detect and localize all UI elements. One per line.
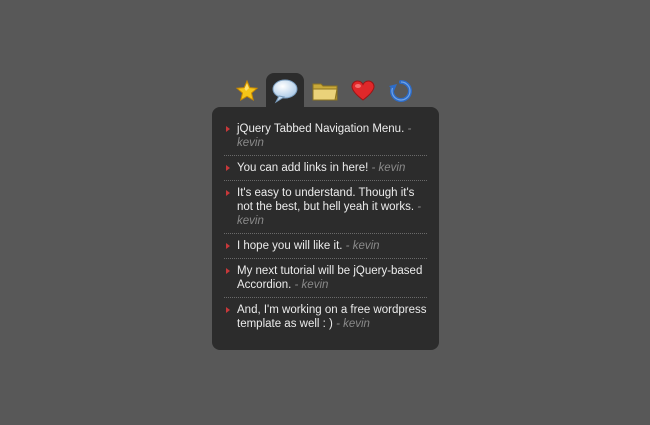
speech-bubble-icon [272,79,298,104]
list-item: And, I'm working on a free wordpress tem… [224,298,427,336]
comment-text[interactable]: You can add links in here! [237,162,371,174]
tab-folders[interactable] [306,73,344,109]
heart-icon [351,80,375,101]
tab-bar [228,73,428,109]
comments-list: jQuery Tabbed Navigation Menu. - kevin Y… [224,117,427,336]
folder-icon [312,83,338,101]
bullet-arrow-icon [226,307,230,313]
list-item: It's easy to understand. Though it's not… [224,181,427,234]
comments-panel: jQuery Tabbed Navigation Menu. - kevin Y… [212,107,439,350]
list-item: I hope you will like it. - kevin [224,234,427,259]
list-item: You can add links in here! - kevin [224,156,427,181]
comment-text[interactable]: I hope you will like it. [237,240,346,252]
bullet-arrow-icon [226,126,230,132]
tab-favorites-heart[interactable] [344,73,382,109]
comment-author: - kevin [336,318,370,330]
list-item: jQuery Tabbed Navigation Menu. - kevin [224,117,427,156]
tab-comments[interactable] [266,73,304,109]
comment-author: - kevin [294,279,329,291]
tab-favorites[interactable] [228,73,266,109]
comment-author: - kevin [371,162,406,174]
comment-author: - kevin [345,240,380,252]
bullet-arrow-icon [226,165,230,171]
bullet-arrow-icon [226,243,230,249]
bullet-arrow-icon [226,268,230,274]
star-icon [235,79,259,102]
comment-text[interactable]: jQuery Tabbed Navigation Menu. [237,123,407,135]
tab-refresh[interactable] [382,73,420,109]
list-item: My next tutorial will be jQuery-based Ac… [224,259,427,298]
comment-text[interactable]: And, I'm working on a free wordpress tem… [237,304,426,330]
comment-text[interactable]: It's easy to understand. Though it's not… [237,187,417,213]
page: jQuery Tabbed Navigation Menu. - kevin Y… [0,0,650,425]
bullet-arrow-icon [226,190,230,196]
comment-text[interactable]: My next tutorial will be jQuery-based Ac… [237,265,422,291]
refresh-icon [389,80,412,102]
